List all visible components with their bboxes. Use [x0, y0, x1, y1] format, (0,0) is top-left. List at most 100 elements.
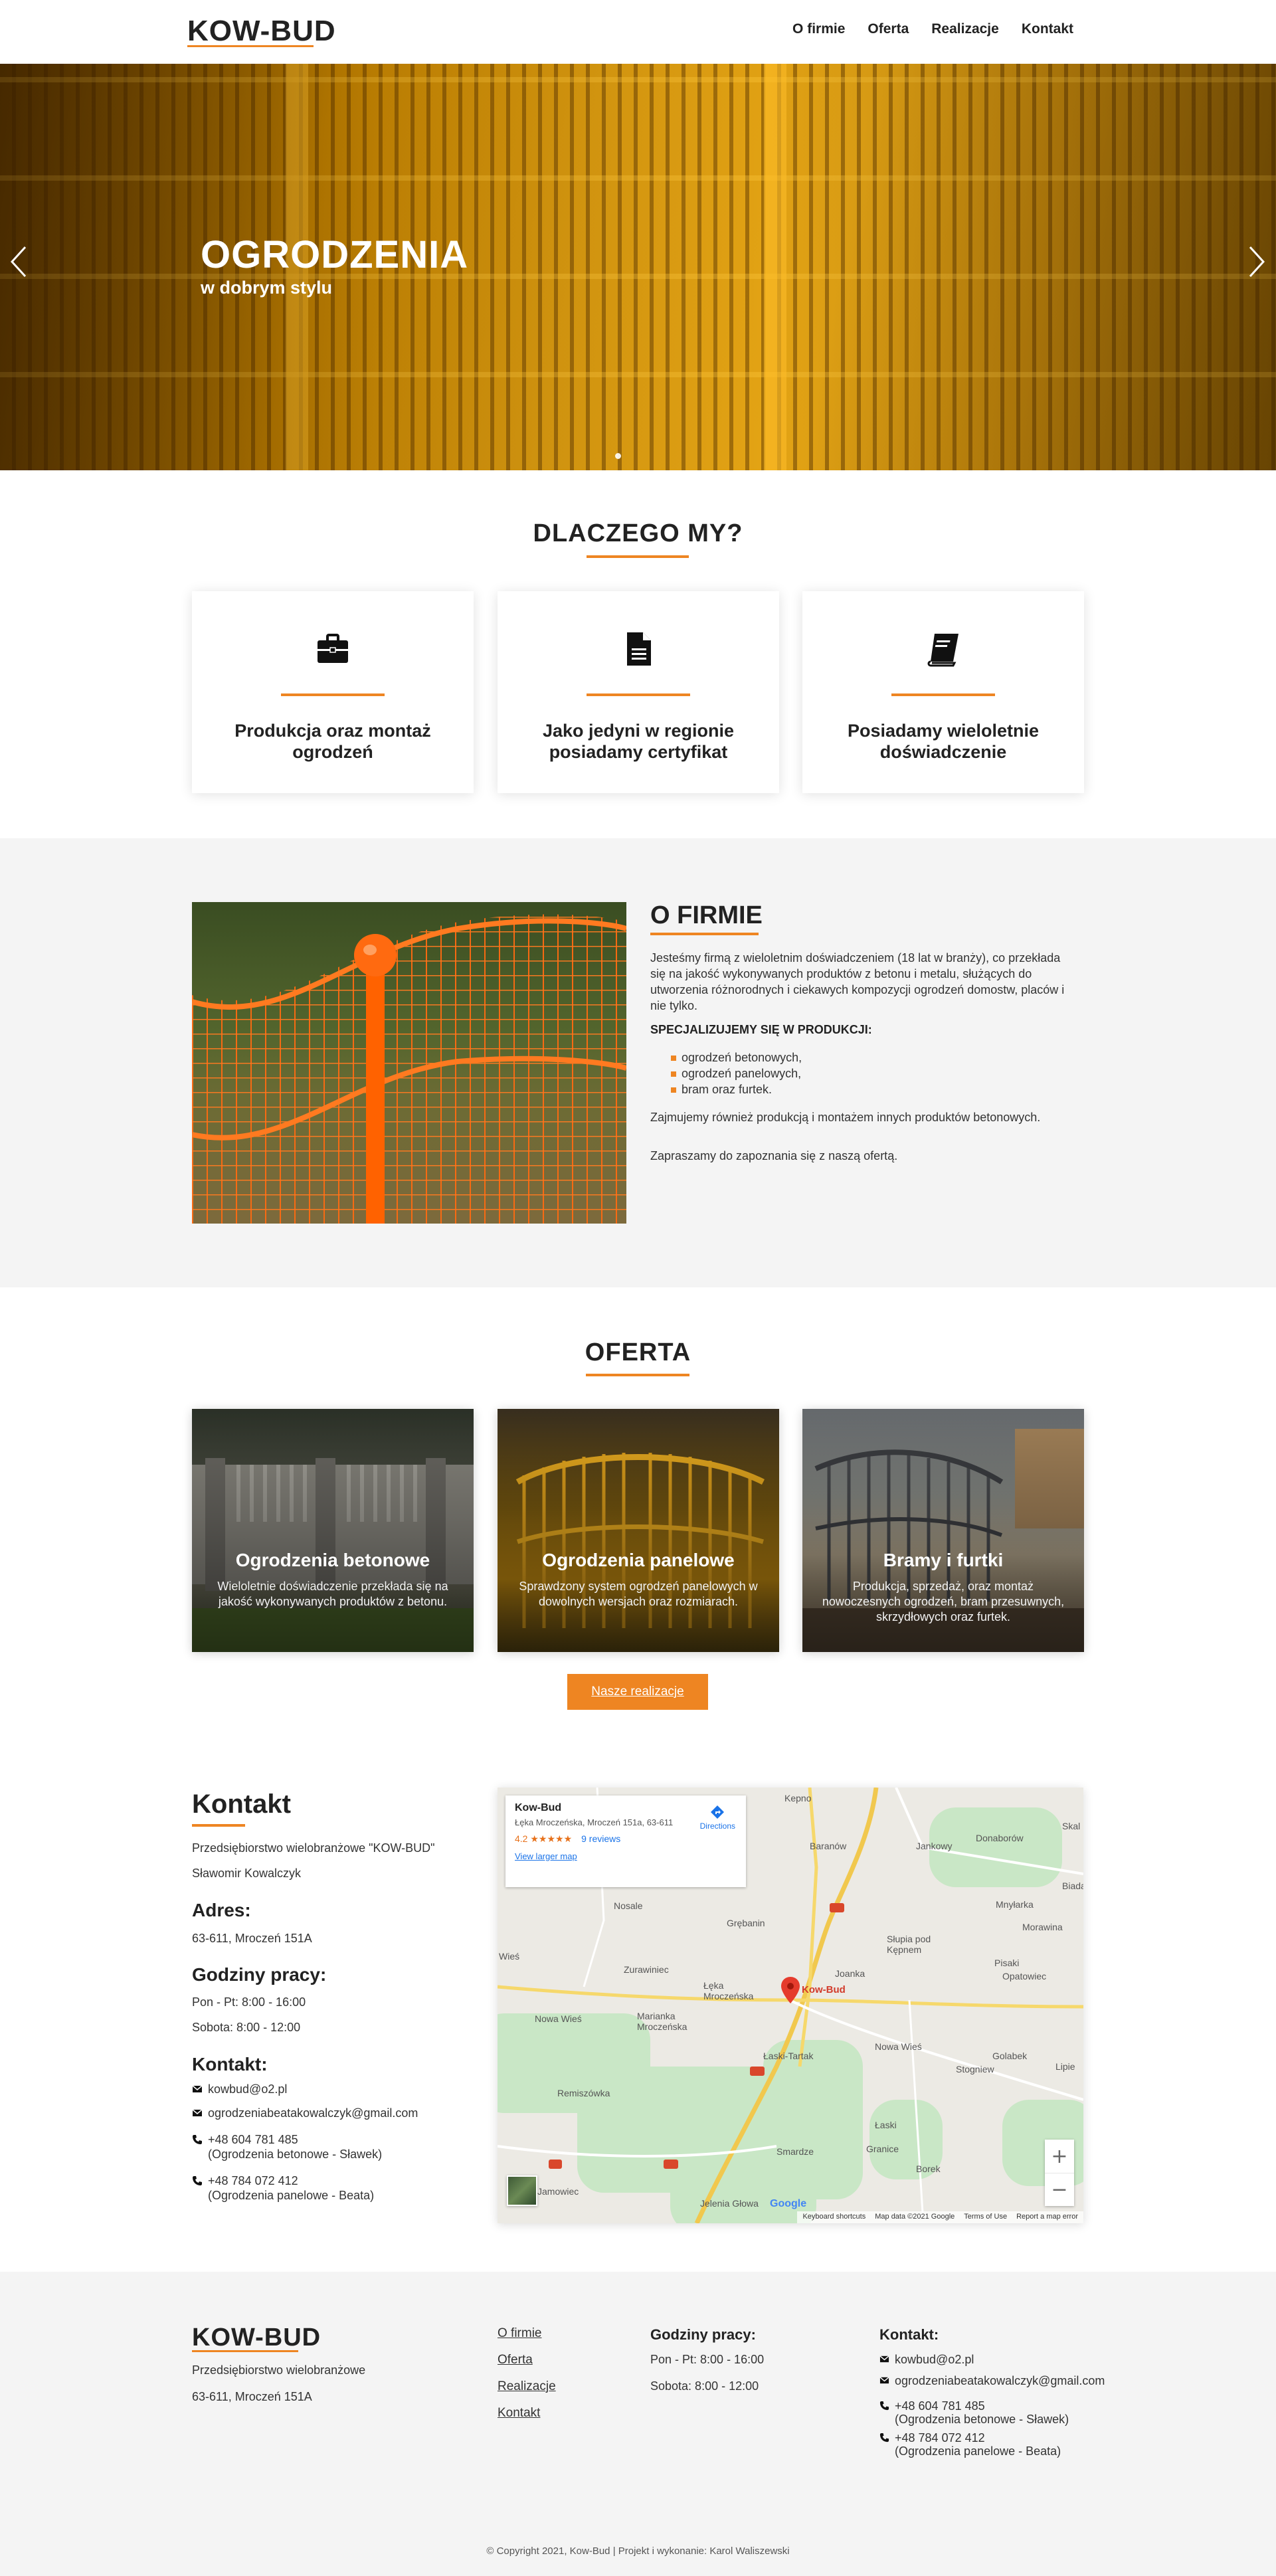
offer-card-desc: Produkcja, sprzedaż, oraz montaż nowocze… [822, 1580, 1065, 1623]
offer-card-title: Bramy i furtki [883, 1550, 1004, 1570]
contact-title: Kontakt [192, 1790, 291, 1819]
hours-heading: Godziny pracy: [192, 1964, 327, 1985]
list-item: bram oraz furtek. [671, 1081, 802, 1097]
phone-icon [193, 2135, 202, 2144]
nav-realizacje[interactable]: Realizacje [931, 21, 999, 37]
footer-link-realizacje[interactable]: Realizacje [498, 2379, 556, 2394]
contact-phone-1[interactable]: +48 604 781 485 (Ogrodzenia betonowe - Sł… [192, 2132, 382, 2162]
contact-heading: Kontakt: [192, 2054, 268, 2074]
about-paragraph-3: Zapraszamy do zapoznania się z naszą ofe… [650, 1149, 898, 1162]
offer-title-underline [586, 1374, 689, 1376]
footer-hours-heading: Godziny pracy: [650, 2326, 756, 2343]
footer-link-kontakt[interactable]: Kontakt [498, 2406, 540, 2421]
why-card-text: Produkcja oraz montaż ogrodzeń [234, 721, 431, 762]
about-paragraph-1: Jesteśmy firmą z wieloletnim doświadczen… [650, 951, 1065, 1012]
report-map-error-link[interactable]: Report a map error [1016, 2213, 1078, 2222]
offer-card-concrete[interactable]: Ogrodzenia betonowe Wieloletnie doświadc… [192, 1409, 474, 1652]
offer-card-gates[interactable]: Bramy i furtki Produkcja, sprzedaż, oraz… [802, 1409, 1084, 1652]
nav-oferta[interactable]: Oferta [867, 21, 909, 37]
zoom-out-button[interactable]: − [1045, 2173, 1074, 2206]
hero-title: OGRODZENIA [201, 233, 469, 276]
list-item: ogrodzeń betonowych, [671, 1050, 802, 1065]
footer-email-2[interactable]: ogrodzeniabeatakowalczyk@gmail.com [879, 2374, 1105, 2387]
slider-dot[interactable] [615, 453, 621, 459]
contact-email-2[interactable]: ogrodzeniabeatakowalczyk@gmail.com [192, 2106, 418, 2120]
map-pin-label: Kow-Bud [802, 1984, 846, 1995]
google-logo: Google [770, 2198, 807, 2209]
footer-email-1[interactable]: kowbud@o2.pl [879, 2353, 974, 2366]
why-title: DLACZEGO MY? [533, 519, 743, 547]
keyboard-shortcuts-link[interactable]: Keyboard shortcuts [802, 2213, 866, 2222]
why-card-text: Jako jedyni w regionie posiadamy certyfi… [542, 721, 735, 762]
footer-company: Przedsiębiorstwo wielobranżowe [192, 2363, 366, 2377]
contact-email-1[interactable]: kowbud@o2.pl [192, 2082, 287, 2096]
nav-kontakt[interactable]: Kontakt [1022, 21, 1073, 37]
slider-next-arrow-icon[interactable] [1249, 246, 1265, 278]
hero-slider: OGRODZENIA w dobrym stylu [0, 64, 1276, 470]
view-larger-map-link[interactable]: View larger map [515, 1851, 737, 1861]
contact-company: Przedsiębiorstwo wielobranżowe "KOW-BUD" [192, 1841, 435, 1855]
about-paragraph-2: Zajmujemy również produkcją i montażem i… [650, 1111, 1041, 1124]
offer-title: OFERTA [585, 1338, 691, 1366]
google-map[interactable]: Kepno Baranów Jankowy Donaborów Skal Nos… [498, 1788, 1083, 2223]
why-card-certificate: Jako jedyni w regionie posiadamy certyfi… [498, 591, 779, 793]
hours-weekdays: Pon - Pt: 8:00 - 16:00 [192, 1995, 306, 2009]
why-card-experience: Posiadamy wieloletnie doświadczenie [802, 591, 1084, 793]
footer-address: 63-611, Mroczeń 151A [192, 2390, 312, 2403]
envelope-icon [879, 2377, 889, 2384]
directions-button[interactable]: Directions [700, 1805, 735, 1831]
terms-link[interactable]: Terms of Use [964, 2213, 1007, 2222]
satellite-toggle[interactable] [507, 2175, 537, 2206]
address-heading: Adres: [192, 1900, 251, 1920]
footer-contact-heading: Kontakt: [879, 2326, 939, 2343]
phone-icon [879, 2401, 889, 2411]
envelope-icon [192, 2085, 203, 2092]
footer-phone-1[interactable]: +48 604 781 485 (Ogrodzenia betonowe - Sł… [879, 2399, 1069, 2426]
site-header: KOW-BUD O firmie Oferta Realizacje Konta… [0, 0, 1276, 64]
logo[interactable]: KOW-BUD [187, 15, 336, 47]
hours-saturday: Sobota: 8:00 - 12:00 [192, 2021, 301, 2034]
footer-phone-2[interactable]: +48 784 072 412 (Ogrodzenia panelowe - Be… [879, 2431, 1061, 2458]
offer-card-title: Ogrodzenia betonowe [235, 1550, 430, 1570]
directions-icon [711, 1805, 725, 1819]
book-icon [927, 634, 958, 667]
realizations-button[interactable]: Nasze realizacje [567, 1674, 708, 1710]
phone-icon [879, 2433, 889, 2442]
footer-hours-weekdays: Pon - Pt: 8:00 - 16:00 [650, 2353, 765, 2366]
why-card-text: Posiadamy wieloletnie doświadczenie [847, 721, 1040, 762]
map-pin-icon[interactable] [781, 1977, 800, 2003]
about-title-underline [650, 933, 759, 935]
why-title-underline [587, 555, 689, 558]
list-item: ogrodzeń panelowych, [671, 1065, 802, 1081]
map-zoom-control: + − [1045, 2140, 1074, 2206]
footer-logo[interactable]: KOW-BUD [192, 2324, 321, 2352]
envelope-icon [879, 2355, 889, 2363]
why-card-production: Produkcja oraz montaż ogrodzeń [192, 591, 474, 793]
hero-subtitle: w dobrym stylu [201, 278, 333, 298]
zoom-in-button[interactable]: + [1045, 2140, 1074, 2173]
envelope-icon [192, 2109, 203, 2116]
contact-phone-2[interactable]: +48 784 072 412 (Ogrodzenia panelowe - Be… [192, 2173, 374, 2203]
site-footer [0, 2272, 1276, 2576]
offer-card-panel[interactable]: Ogrodzenia panelowe Sprawdzony system og… [498, 1409, 779, 1652]
footer-link-o-firmie[interactable]: O firmie [498, 2326, 542, 2341]
map-place-address: Łęka Mroczeńska, Mroczeń 151a, 63-611 [515, 1817, 674, 1827]
briefcase-icon [318, 634, 348, 663]
about-product-list: ogrodzeń betonowych, ogrodzeń panelowych… [671, 1050, 802, 1097]
offer-card-desc: Sprawdzony system ogrodzeń panelowych w … [519, 1580, 758, 1608]
about-fence-image [192, 902, 626, 1224]
map-rating: 4.2 [515, 1833, 528, 1844]
map-attribution: Keyboard shortcuts Map data ©2021 Google… [797, 2211, 1083, 2223]
main-nav: O firmie Oferta Realizacje Kontakt [792, 21, 1073, 37]
about-title: O FIRMIE [650, 901, 763, 929]
map-place-card: Kow-Bud Łęka Mroczeńska, Mroczeń 151a, 6… [505, 1795, 746, 1887]
document-icon [627, 632, 651, 666]
address-text: 63-611, Mroczeń 151A [192, 1932, 312, 1945]
nav-o-firmie[interactable]: O firmie [792, 21, 845, 37]
footer-link-oferta[interactable]: Oferta [498, 2353, 533, 2367]
footer-hours-saturday: Sobota: 8:00 - 12:00 [650, 2379, 759, 2393]
map-data-text: Map data ©2021 Google [875, 2213, 955, 2221]
map-reviews-link[interactable]: 9 reviews [581, 1833, 620, 1844]
slider-prev-arrow-icon[interactable] [10, 246, 27, 278]
contact-title-underline [192, 1824, 245, 1827]
